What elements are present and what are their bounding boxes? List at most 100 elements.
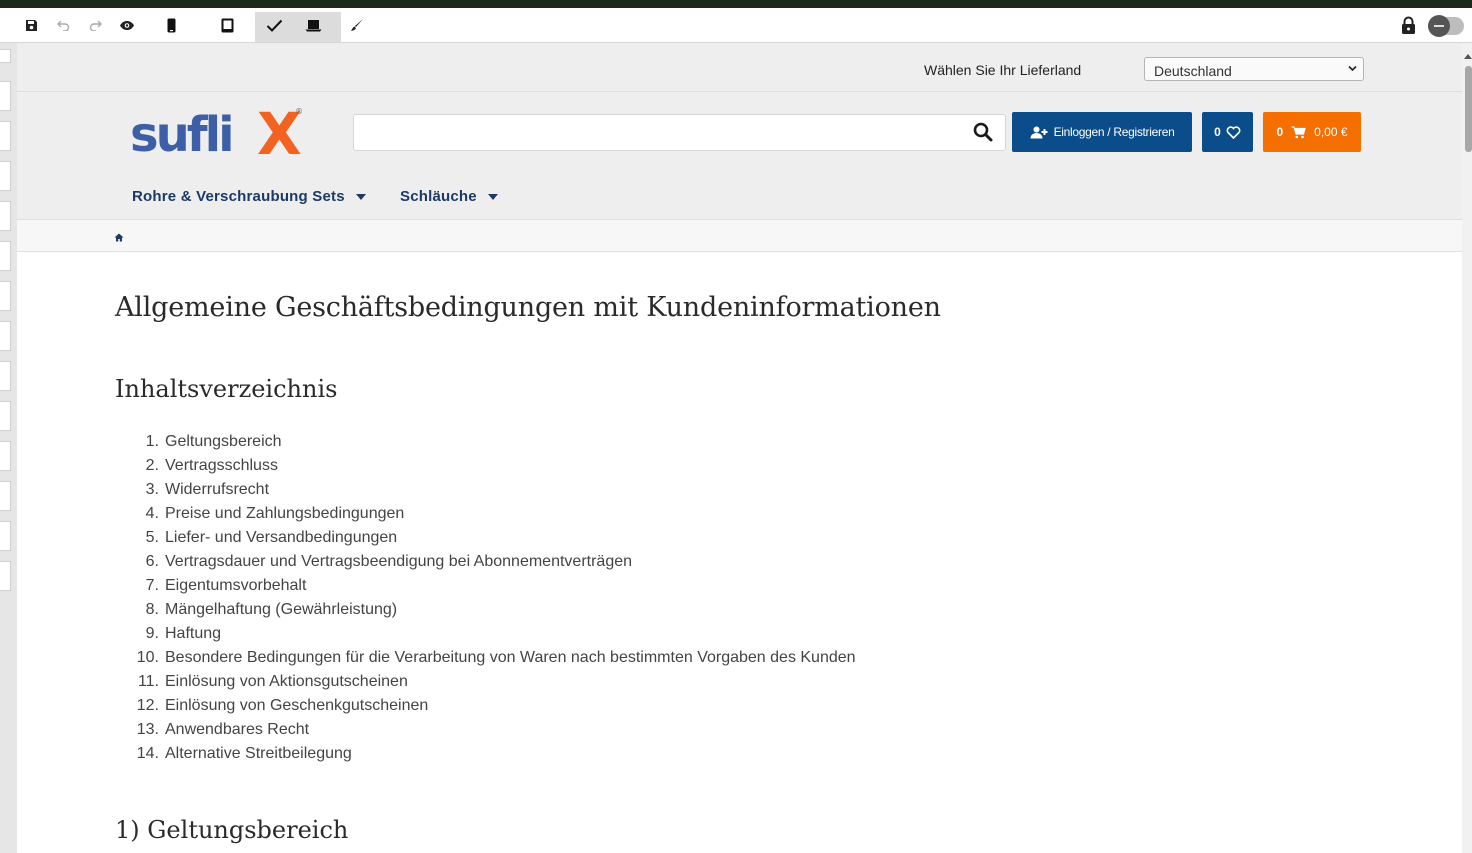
redo-icon[interactable] [86, 8, 104, 42]
toc-item[interactable]: 14. Alternative Streitbeilegung [115, 742, 856, 766]
toc-item[interactable]: 11. Einlösung von Aktionsgutscheinen [115, 670, 856, 694]
editor-left-panel [0, 43, 17, 853]
section-heading: 1) Geltungsbereich [115, 816, 349, 844]
login-register-button[interactable]: Einloggen / Registrieren [1012, 112, 1192, 152]
toc-item[interactable]: 1. Geltungsbereich [115, 430, 856, 454]
toc-item-number: 1. [145, 433, 159, 450]
toc-item[interactable]: 8. Mängelhaftung (Gewährleistung) [115, 598, 856, 622]
toggle-knob[interactable] [1428, 15, 1450, 37]
country-label: Wählen Sie Ihr Lieferland [924, 62, 1082, 78]
toc-item-number: 7. [145, 577, 159, 594]
panel-handle[interactable] [0, 441, 11, 471]
country-select[interactable]: Deutschland [1144, 57, 1364, 81]
toc-item[interactable]: 9. Haftung [115, 622, 856, 646]
panel-handle[interactable] [0, 121, 11, 151]
toc-item-number: 4. [145, 505, 159, 522]
toc-item-number: 8. [145, 601, 159, 618]
toc-item[interactable]: 3. Widerrufsrecht [115, 478, 856, 502]
toc-item-label[interactable]: Liefer- und Versandbedingungen [165, 526, 397, 550]
panel-handle[interactable] [0, 81, 11, 111]
toc-item-number: 9. [145, 625, 159, 642]
panel-handle[interactable] [0, 281, 11, 311]
toc-item-label[interactable]: Anwendbares Recht [165, 718, 309, 742]
panel-handle[interactable] [0, 361, 11, 391]
panel-handle[interactable] [0, 561, 11, 591]
toc-item[interactable]: 13. Anwendbares Recht [115, 718, 856, 742]
toc-item-label[interactable]: Vertragsdauer und Vertragsbeendigung bei… [165, 550, 632, 574]
laptop-icon[interactable] [303, 8, 323, 42]
wishlist-count: 0 [1214, 125, 1221, 139]
toc-item[interactable]: 2. Vertragsschluss [115, 454, 856, 478]
user-plus-icon [1030, 126, 1048, 138]
undo-icon[interactable] [54, 8, 72, 42]
nav-item-label: Rohre & Verschraubung Sets [132, 188, 345, 205]
logo-wordmark: sufli [130, 107, 232, 162]
toc-item-label[interactable]: Mängelhaftung (Gewährleistung) [165, 598, 397, 622]
panel-handle[interactable] [0, 161, 11, 191]
toc-item-label[interactable]: Widerrufsrecht [165, 478, 269, 502]
phone-icon[interactable] [163, 8, 179, 42]
page-scrollbar[interactable] [1462, 43, 1472, 853]
eye-icon[interactable] [117, 8, 137, 42]
toc-item[interactable]: 5. Liefer- und Versandbedingungen [115, 526, 856, 550]
scroll-thumb[interactable] [1465, 66, 1472, 152]
browser-top-edge [0, 0, 1472, 8]
nav-item-rohre-sets[interactable]: Rohre & Verschraubung Sets [132, 188, 366, 205]
toc-item[interactable]: 6. Vertragsdauer und Vertragsbeendigung b… [115, 550, 856, 574]
chevron-down-icon [1348, 65, 1357, 72]
caret-down-icon [355, 193, 366, 200]
logo-registered-mark: ® [295, 107, 303, 116]
panel-handle[interactable] [0, 321, 11, 351]
editor-toolbar [0, 8, 1472, 43]
cart-button[interactable]: 0 0,00 € [1263, 112, 1361, 152]
login-register-label: Einloggen / Registrieren [1053, 125, 1175, 139]
save-icon[interactable] [22, 8, 40, 42]
toc-item-label[interactable]: Alternative Streitbeilegung [165, 742, 352, 766]
nav-item-schlaeuche[interactable]: Schläuche [400, 188, 498, 205]
toc-item-number: 5. [145, 529, 159, 546]
toc-item[interactable]: 10. Besondere Bedingungen für die Verarbe… [115, 646, 856, 670]
check-icon[interactable] [264, 8, 284, 42]
toc-item-number: 6. [145, 553, 159, 570]
toc-list: 1. Geltungsbereich 2. Vertragsschluss 3. Wide… [115, 430, 856, 766]
toc-item-number: 13. [136, 721, 159, 738]
toc-item-label[interactable]: Einlösung von Aktionsgutscheinen [165, 670, 408, 694]
tablet-icon[interactable] [218, 8, 236, 42]
toc-item-label[interactable]: Besondere Bedingungen für die Verarbeitu… [165, 646, 856, 670]
toc-item-label[interactable]: Einlösung von Geschenkgutscheinen [165, 694, 428, 718]
cart-icon [1291, 125, 1306, 138]
panel-handle[interactable] [0, 201, 11, 231]
panel-handle[interactable] [0, 401, 11, 431]
brush-icon[interactable] [348, 8, 366, 42]
toc-item-number: 2. [145, 457, 159, 474]
cart-total: 0,00 € [1314, 125, 1348, 139]
caret-down-icon [487, 193, 498, 200]
toc-item-label[interactable]: Eigentumsvorbehalt [165, 574, 306, 598]
cart-count: 0 [1276, 125, 1284, 139]
search-icon[interactable] [973, 122, 993, 147]
toc-item[interactable]: 4. Preise und Zahlungsbedingungen [115, 502, 856, 526]
suflix-logo[interactable]: sufli X ® [130, 100, 305, 168]
toc-item-number: 12. [136, 697, 159, 714]
home-icon[interactable] [114, 229, 124, 247]
toc-item-label[interactable]: Geltungsbereich [165, 430, 282, 454]
toc-item[interactable]: 7. Eigentumsvorbehalt [115, 574, 856, 598]
heart-icon [1226, 125, 1241, 139]
toc-item-number: 14. [136, 745, 159, 762]
panel-handle[interactable] [0, 521, 11, 551]
scroll-up-arrow[interactable] [1464, 54, 1472, 59]
nav-item-label: Schläuche [400, 188, 477, 205]
panel-handle[interactable] [0, 49, 11, 63]
lock-icon[interactable] [1398, 8, 1418, 42]
toc-item-number: 10. [136, 649, 159, 666]
toc-item-label[interactable]: Vertragsschluss [165, 454, 278, 478]
panel-handle[interactable] [0, 241, 11, 271]
wishlist-button[interactable]: 0 [1202, 112, 1253, 152]
panel-handle[interactable] [0, 481, 11, 511]
toc-item-label[interactable]: Haftung [165, 622, 221, 646]
toc-item[interactable]: 12. Einlösung von Geschenkgutscheinen [115, 694, 856, 718]
toc-heading: Inhaltsverzeichnis [115, 375, 338, 403]
country-select-value: Deutschland [1154, 63, 1232, 79]
toc-item-label[interactable]: Preise und Zahlungsbedingungen [165, 502, 404, 526]
search-input[interactable] [353, 114, 1006, 151]
